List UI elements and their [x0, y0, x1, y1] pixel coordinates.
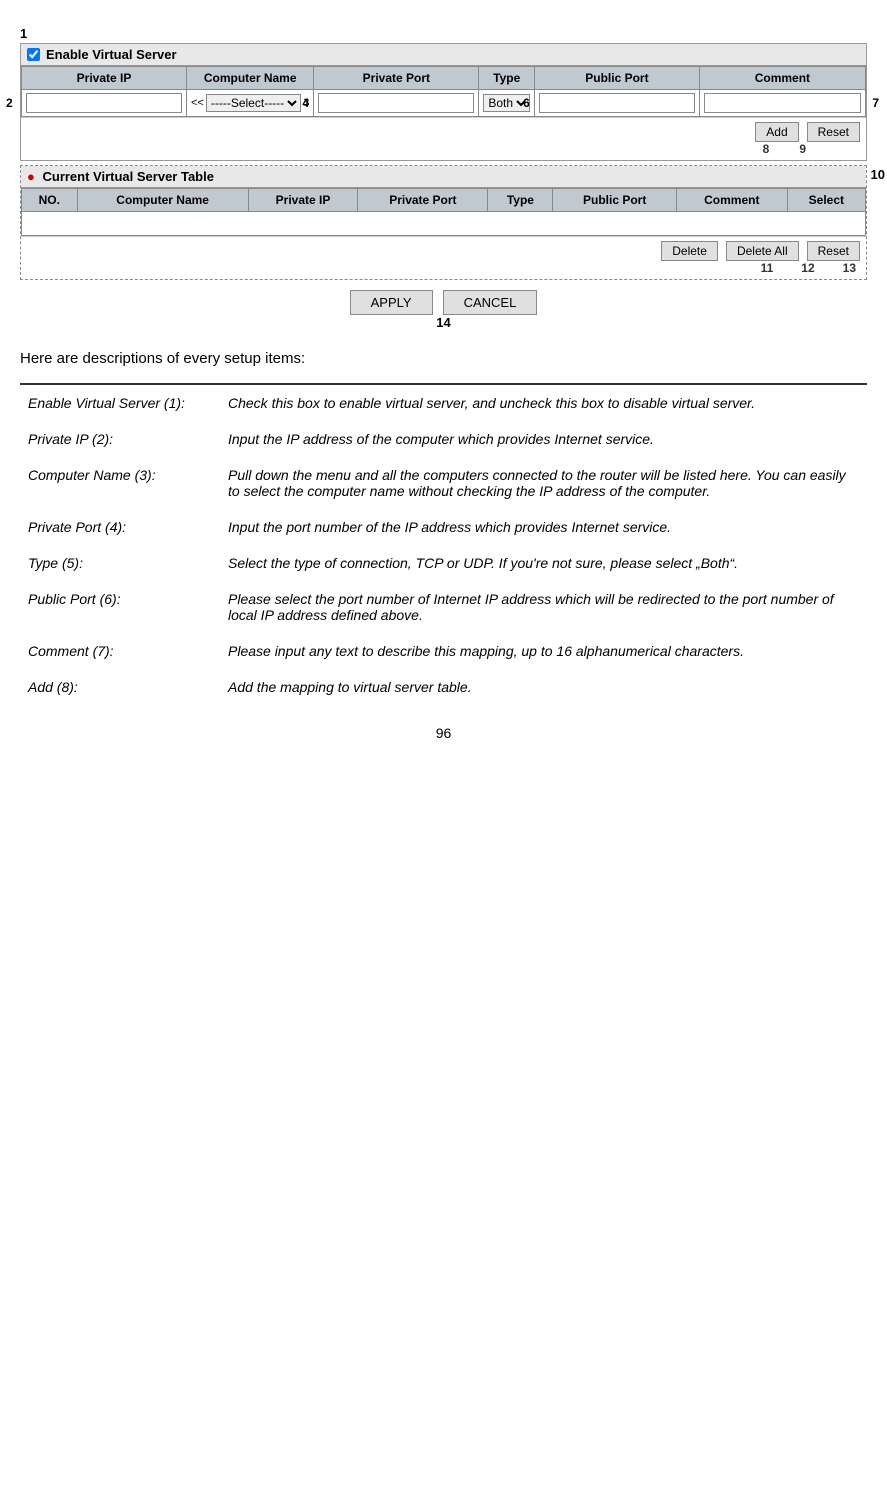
enable-checkbox[interactable] [27, 48, 40, 61]
desc-text: Please select the port number of Interne… [220, 581, 867, 633]
col-ct-private-port: Private Port [358, 189, 488, 212]
page-number: 96 [20, 725, 867, 741]
delete-button[interactable]: Delete [661, 241, 718, 261]
enable-label: Enable Virtual Server [46, 47, 177, 62]
desc-row: Add (8): Add the mapping to virtual serv… [20, 669, 867, 705]
desc-row: Enable Virtual Server (1): Check this bo… [20, 384, 867, 421]
desc-intro: Here are descriptions of every setup ite… [20, 350, 867, 367]
num6-label: 6 [523, 96, 530, 110]
public-port-input[interactable] [539, 93, 695, 113]
comment-input[interactable] [704, 93, 861, 113]
desc-row: Private Port (4): Input the port number … [20, 509, 867, 545]
delete-all-button[interactable]: Delete All [726, 241, 799, 261]
num8-9-row: 8 9 [21, 142, 866, 156]
current-data-table: NO. Computer Name Private IP Private Por… [21, 188, 866, 236]
desc-text: Add the mapping to virtual server table. [220, 669, 867, 705]
num14-label: 14 [20, 315, 867, 330]
num13-label: 13 [843, 261, 856, 275]
desc-text: Pull down the menu and all the computers… [220, 457, 867, 509]
desc-term: Enable Virtual Server (1): [20, 384, 220, 421]
desc-text: Check this box to enable virtual server,… [220, 384, 867, 421]
num4-label: 4 [302, 96, 309, 110]
col-public-port: Public Port [535, 67, 700, 90]
apply-button[interactable]: APPLY [350, 290, 433, 315]
desc-row: Comment (7): Please input any text to de… [20, 633, 867, 669]
desc-term: Type (5): [20, 545, 220, 581]
desc-text: Please input any text to describe this m… [220, 633, 867, 669]
enable-row: Enable Virtual Server [21, 44, 866, 66]
current-table-wrapper: 10 ● Current Virtual Server Table NO. Co… [20, 165, 867, 280]
description-section: Here are descriptions of every setup ite… [20, 350, 867, 705]
desc-term: Private Port (4): [20, 509, 220, 545]
add-button[interactable]: Add [755, 122, 798, 142]
num11-label: 11 [761, 261, 774, 275]
empty-data-row [22, 212, 866, 236]
desc-row: Public Port (6): Please select the port … [20, 581, 867, 633]
col-type: Type [479, 67, 535, 90]
desc-text: Select the type of connection, TCP or UD… [220, 545, 867, 581]
computer-name-select[interactable]: -----Select------ [206, 94, 301, 112]
col-comment: Comment [699, 67, 865, 90]
cancel-button[interactable]: CANCEL [443, 290, 538, 315]
col-ct-comment: Comment [676, 189, 787, 212]
num8-label: 8 [763, 142, 770, 156]
reset-button[interactable]: Reset [807, 122, 860, 142]
col-ct-public-port: Public Port [553, 189, 677, 212]
desc-term: Private IP (2): [20, 421, 220, 457]
col-ct-type: Type [488, 189, 553, 212]
col-ct-private-ip: Private IP [248, 189, 358, 212]
virtual-server-panel: Enable Virtual Server Private IP Compute… [20, 43, 867, 161]
desc-term: Comment (7): [20, 633, 220, 669]
desc-text: Input the port number of the IP address … [220, 509, 867, 545]
form-table: Private IP Computer Name Private Port Ty… [21, 66, 866, 117]
col-no: NO. [22, 189, 78, 212]
desc-row: Computer Name (3): Pull down the menu an… [20, 457, 867, 509]
col-ct-computer-name: Computer Name [77, 189, 248, 212]
table-reset-button[interactable]: Reset [807, 241, 860, 261]
private-port-input[interactable] [318, 93, 474, 113]
desc-term: Computer Name (3): [20, 457, 220, 509]
num7-label: 7 [872, 96, 879, 110]
num2-label: 2 [6, 96, 13, 110]
desc-table: Enable Virtual Server (1): Check this bo… [20, 383, 867, 705]
private-ip-input[interactable] [26, 93, 182, 113]
num12-label: 12 [801, 261, 814, 275]
desc-row: Type (5): Select the type of connection,… [20, 545, 867, 581]
desc-term: Add (8): [20, 669, 220, 705]
col-computer-name: Computer Name [187, 67, 314, 90]
desc-text: Input the IP address of the computer whi… [220, 421, 867, 457]
num1-label: 1 [20, 26, 867, 41]
col-ct-select: Select [787, 189, 865, 212]
form-input-row: 2 << -----Select------ 3 4 [22, 90, 866, 117]
current-table-section: ● Current Virtual Server Table NO. Compu… [20, 165, 867, 280]
col-private-ip: Private IP [22, 67, 187, 90]
desc-term: Public Port (6): [20, 581, 220, 633]
num9-label: 9 [799, 142, 806, 156]
col-private-port: Private Port [314, 67, 479, 90]
num10-label: 10 [871, 167, 885, 182]
num11-13-row: 11 12 13 [21, 261, 866, 275]
current-table-title: ● Current Virtual Server Table [21, 166, 866, 188]
bullet-icon: ● [27, 169, 35, 184]
select-arrow-left: << [191, 97, 204, 109]
desc-row: Private IP (2): Input the IP address of … [20, 421, 867, 457]
